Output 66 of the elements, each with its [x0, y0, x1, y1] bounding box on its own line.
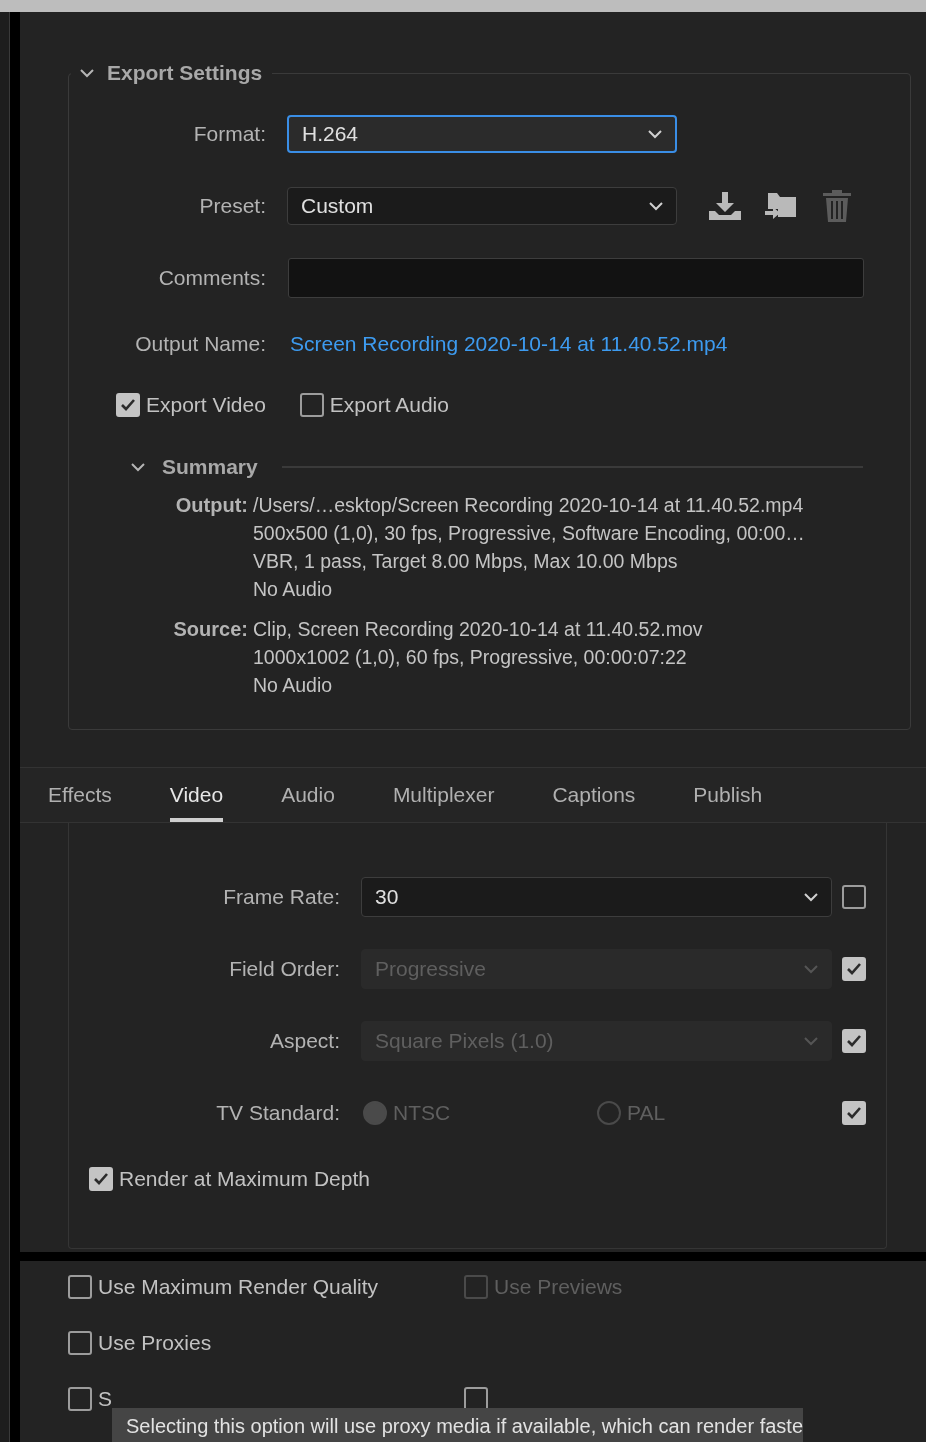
tab[interactable]: Captions — [552, 768, 636, 822]
checkbox[interactable] — [299, 393, 324, 417]
trash-icon — [822, 189, 852, 223]
caret-icon — [803, 892, 819, 902]
field-label: Preset: — [198, 194, 266, 218]
chevron-icon[interactable] — [130, 462, 146, 472]
setting-dropdown[interactable]: 30 — [361, 877, 832, 917]
summary-label: Source: — [172, 617, 248, 642]
tab[interactable]: Video — [169, 768, 224, 822]
import-preset-button[interactable] — [764, 191, 798, 221]
chevron-icon[interactable] — [79, 68, 95, 78]
caret-icon — [803, 964, 819, 974]
checkbox[interactable] — [68, 1275, 92, 1299]
summary-text: 1000x1002 (1,0), 60 fps, Progressive, 00:00:07:22 — [253, 645, 688, 670]
folder-arrow-icon — [764, 191, 798, 221]
comments-field[interactable] — [288, 258, 864, 298]
tooltip: Selecting this option will use proxy media if available, which can render faste — [112, 1408, 804, 1442]
export-checkbox[interactable]: Export Audio — [299, 393, 449, 417]
field-label: Frame Rate: — [222, 885, 340, 909]
radio-label: NTSC — [393, 1101, 451, 1125]
summary-text: /Users/…esktop/Screen Recording 2020-10-14 at 11.40.52.mp4 — [253, 493, 805, 518]
caret-icon — [648, 201, 664, 211]
checkmark-icon — [846, 1034, 862, 1048]
output-name-link[interactable]: Screen Recording 2020-10-14 at 11.40.52.mp4 — [290, 332, 728, 356]
summary-text: Clip, Screen Recording 2020-10-14 at 11.40.52.mov — [253, 617, 703, 642]
checkbox[interactable] — [68, 1387, 92, 1411]
summary-text: VBR, 1 pass, Target 8.00 Mbps, Max 10.00 Mbps — [253, 549, 679, 574]
summary-label: Output: — [174, 493, 248, 518]
caret-icon — [803, 1036, 819, 1046]
section-title: Summary — [162, 455, 258, 479]
preset-dropdown[interactable]: Custom — [287, 187, 677, 225]
summary-text: No Audio — [253, 577, 334, 602]
field-label: Output Name: — [134, 332, 266, 356]
tab[interactable]: Effects — [48, 768, 112, 822]
option-checkbox[interactable]: Use Maximum Render Quality — [68, 1275, 464, 1299]
tab[interactable]: Publish — [693, 768, 763, 822]
summary-text: 500x500 (1,0), 30 fps, Progressive, Software Encoding, 00:00… — [253, 521, 805, 546]
checkbox-label: Export Audio — [329, 393, 449, 417]
option-checkbox[interactable]: Use Proxies — [68, 1331, 464, 1355]
summary-text: No Audio — [253, 673, 334, 698]
section-title: Export Settings — [107, 61, 263, 85]
checkbox-label: S — [98, 1387, 112, 1411]
checkbox-label: Use Maximum Render Quality — [98, 1275, 379, 1299]
checkbox[interactable] — [842, 885, 866, 909]
option-checkbox[interactable]: S — [68, 1387, 464, 1411]
export-checkbox[interactable]: Export Video — [116, 393, 266, 417]
tab[interactable]: Audio — [281, 768, 335, 822]
download-icon — [708, 191, 742, 221]
field-label: Field Order: — [228, 957, 340, 981]
format-dropdown[interactable]: H.264 — [287, 115, 677, 153]
radio-label: PAL — [627, 1101, 666, 1125]
checkbox-label: Use Proxies — [98, 1331, 212, 1355]
checkbox[interactable] — [68, 1331, 92, 1355]
field-label: TV Standard: — [215, 1101, 340, 1125]
field-label: Aspect: — [268, 1029, 340, 1053]
tab[interactable]: Multiplexer — [392, 768, 495, 822]
checkmark-icon — [846, 1106, 862, 1120]
checkbox-label: Use Previews — [494, 1275, 623, 1299]
caret-icon — [647, 129, 663, 139]
checkmark-icon — [93, 1172, 109, 1186]
checkbox-label: Export Video — [146, 393, 266, 417]
field-label: Comments: — [157, 266, 266, 290]
checkmark-icon — [120, 398, 136, 412]
save-preset-button[interactable] — [708, 191, 742, 221]
checkmark-icon — [846, 962, 862, 976]
field-label: Format: — [192, 122, 266, 146]
